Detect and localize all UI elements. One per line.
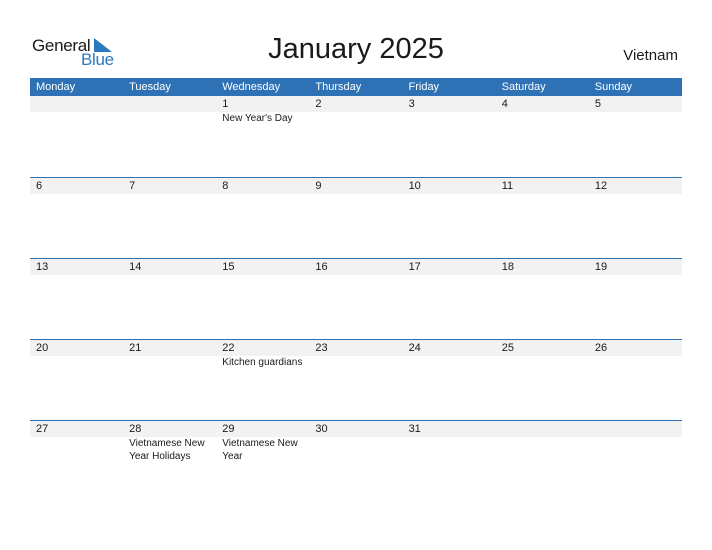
day-number: 21 [129,342,142,354]
day-cell: 1 New Year's Day [216,96,309,125]
day-number: 17 [408,261,421,273]
day-cell: 26 [589,340,682,356]
week-row: 1 New Year's Day 2 3 4 5 [30,96,682,177]
day-cell: 14 [123,259,216,275]
day-number: 24 [408,342,421,354]
day-number: 25 [501,342,514,354]
day-cell: 31 [403,421,496,437]
day-cell: 7 [123,178,216,194]
day-number: 31 [408,423,421,435]
day-number [129,96,216,112]
day-cell: 29 Vietnamese New Year [216,421,309,463]
weekday-tuesday: Tuesday [129,81,171,93]
country-label: Vietnam [623,47,678,64]
holiday-label: Vietnamese New Year [222,438,298,462]
day-number [595,421,682,437]
day-number: 30 [315,423,328,435]
day-number: 7 [129,180,136,192]
day-number: 14 [129,261,142,273]
day-number: 20 [36,342,49,354]
weekday-header: Monday Tuesday Wednesday Thursday Friday… [30,78,682,96]
day-number: 10 [408,180,421,192]
holiday-label: New Year's Day [222,113,293,124]
day-number: 6 [36,180,43,192]
day-number: 8 [222,180,229,192]
day-number: 22 [222,342,235,354]
day-number: 18 [501,261,514,273]
day-cell: 3 [403,96,496,112]
week-row: 13 14 15 16 17 18 19 [30,258,682,340]
day-cell: 27 [30,421,123,437]
day-cell: 13 [30,259,123,275]
day-number: 26 [594,342,608,354]
week-row: 20 21 22 Kitchen guardians 23 24 25 26 [30,339,682,421]
day-cell [123,96,216,112]
holiday-label: Vietnamese New Year Holidays [129,438,205,462]
day-cell: 11 [496,178,589,194]
day-cell: 18 [496,259,589,275]
day-number: 13 [36,261,49,273]
day-number: 11 [501,180,514,192]
day-number: 19 [594,261,608,273]
day-cell: 24 [403,340,496,356]
calendar-title: January 2025 [268,33,444,65]
day-number: 29 [222,423,235,435]
day-cell: 16 [309,259,402,275]
day-number: 4 [501,98,508,110]
day-cell: 20 [30,340,123,356]
weekday-friday: Friday [408,81,440,93]
day-cell: 15 [216,259,309,275]
day-cell: 8 [216,178,309,194]
day-cell [496,421,589,437]
day-cell: 9 [309,178,402,194]
day-cell: 21 [123,340,216,356]
day-number: 12 [594,180,608,192]
day-number: 16 [315,261,328,273]
weekday-monday: Monday [36,81,76,93]
day-cell: 28 Vietnamese New Year Holidays [123,421,216,463]
day-number: 3 [408,98,415,110]
weekday-wednesday: Wednesday [222,81,281,93]
day-cell: 25 [496,340,589,356]
day-cell: 22 Kitchen guardians [216,340,309,369]
day-cell: 4 [496,96,589,112]
day-number: 23 [315,342,328,354]
day-number: 5 [594,98,601,110]
day-number [36,96,123,112]
day-cell: 30 [309,421,402,437]
day-number: 1 [222,98,229,110]
day-number: 27 [36,423,49,435]
day-cell: 6 [30,178,123,194]
weekday-thursday: Thursday [315,81,362,93]
day-cell [589,421,682,437]
week-row: 6 7 8 9 10 11 12 [30,177,682,259]
week-row: 27 28 Vietnamese New Year Holidays 29 Vietna… [30,420,682,502]
day-cell: 12 [589,178,682,194]
day-cell [30,96,123,112]
day-cell: 23 [309,340,402,356]
day-cell: 2 [309,96,402,112]
weekday-sunday: Sunday [594,81,633,93]
day-number [502,421,589,437]
holiday-label: Kitchen guardians [222,357,303,368]
day-cell: 19 [589,259,682,275]
day-number: 28 [129,423,142,435]
day-cell: 10 [403,178,496,194]
weekday-saturday: Saturday [501,81,546,93]
day-number: 9 [315,180,322,192]
day-number: 15 [222,261,235,273]
day-cell: 5 [589,96,682,112]
day-number: 2 [315,98,322,110]
day-cell: 17 [403,259,496,275]
